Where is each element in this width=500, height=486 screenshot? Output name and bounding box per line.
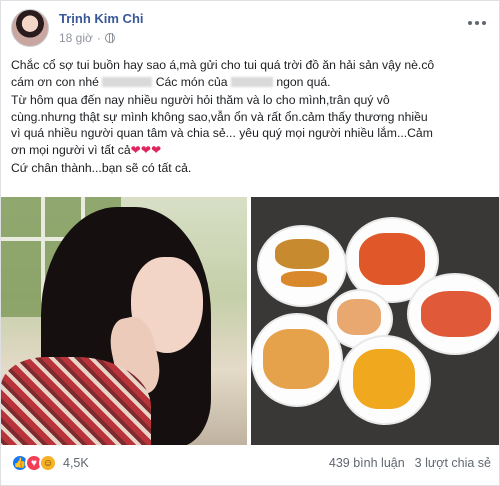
post-time[interactable]: 18 giờ [59, 31, 93, 45]
share-count[interactable]: 3 lượt chia sẻ [415, 456, 491, 470]
paragraph-2: Từ hôm qua đến nay nhiều người hỏi thăm … [11, 93, 433, 157]
plate [259, 227, 345, 305]
blurred-name [230, 77, 273, 88]
blurred-name [102, 77, 153, 88]
photo-grid [1, 197, 499, 445]
author-name[interactable]: Trịnh Kim Chi [59, 11, 144, 26]
more-options-button[interactable] [465, 15, 489, 31]
post-header: Trịnh Kim Chi 18 giờ · [11, 9, 491, 51]
reaction-count[interactable]: 4,5K [63, 456, 89, 470]
reaction-summary[interactable]: 👍 ♥ ☺ 4,5K [11, 454, 89, 472]
paragraph-1: Chắc cổ sợ tui buồn hay sao á,mà gửi cho… [11, 58, 435, 89]
comment-count[interactable]: 439 bình luận [329, 456, 405, 470]
photo-seafood[interactable] [251, 197, 499, 445]
plate [409, 275, 499, 353]
haha-icon: ☺ [39, 454, 57, 472]
more-icon [468, 21, 472, 25]
globe-icon [104, 33, 115, 43]
plate [253, 315, 341, 405]
post-footer: 👍 ♥ ☺ 4,5K 439 bình luận 3 lượt chia sẻ [11, 449, 491, 477]
avatar[interactable] [11, 9, 49, 47]
paragraph-3: Cứ chân thành...bạn sẽ có tất cả. [11, 161, 192, 175]
post-meta: 18 giờ · [59, 31, 115, 45]
plate [341, 337, 429, 423]
photo-woman[interactable] [1, 197, 247, 445]
facebook-post: Trịnh Kim Chi 18 giờ · Chắc cổ sợ tui bu… [0, 0, 500, 486]
heart-emoji: ❤❤❤ [130, 142, 162, 157]
post-text: Chắc cổ sợ tui buồn hay sao á,mà gửi cho… [11, 57, 491, 179]
